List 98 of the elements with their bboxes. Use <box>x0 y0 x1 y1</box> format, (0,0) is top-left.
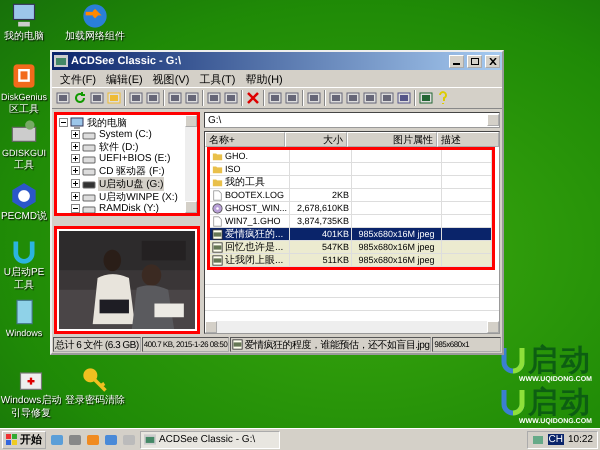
refresh-icon[interactable] <box>73 91 87 105</box>
table-cell <box>442 228 492 241</box>
table-cell <box>442 241 492 254</box>
file-row[interactable]: BOOTEX.LOG <box>210 189 290 202</box>
disc-icon <box>212 202 223 214</box>
tree-item[interactable]: CD 驱动器 (F:) <box>98 164 166 178</box>
tree-item[interactable]: 软件 (D:) <box>98 140 140 154</box>
table-cell <box>290 176 352 189</box>
image-properties: 985x680x16M jpeg <box>352 254 442 267</box>
menu-item[interactable]: 帮助(H) <box>241 71 287 86</box>
desktop-icon-label[interactable]: 工具 <box>14 280 34 292</box>
expand-icon[interactable] <box>71 154 80 163</box>
file-row[interactable]: 回忆也许是... <box>210 241 290 254</box>
help-icon[interactable] <box>10 182 38 210</box>
image-properties: 985x680x16M jpeg <box>352 228 442 241</box>
status-text: 爱情疯狂的程度，谁能预估，还不如盲目.jpg <box>230 337 432 352</box>
expand-icon[interactable] <box>71 179 80 188</box>
close-icon <box>488 58 496 64</box>
collapse-icon[interactable] <box>71 204 80 213</box>
delete-icon[interactable] <box>246 91 260 105</box>
computer-icon <box>70 116 84 128</box>
minimize-button[interactable] <box>449 54 464 68</box>
desktop-icon-label[interactable]: DiskGenius <box>0 91 47 103</box>
table-cell <box>442 202 492 215</box>
column-header[interactable]: 描述 <box>437 132 499 147</box>
table-cell <box>290 150 352 163</box>
status-text: 400.7 KB, 2015-1-26 08:50 <box>142 337 230 352</box>
tree-item[interactable]: U启动U盘 (G:) <box>98 176 164 190</box>
desktop-icon-label[interactable]: U启动PE <box>4 267 44 279</box>
desktop-icon-label[interactable]: 加载网络组件 <box>65 31 125 43</box>
expand-icon[interactable] <box>71 130 80 139</box>
file-row[interactable]: 让我闭上眼... <box>210 254 290 267</box>
image-properties: 985x680x16M jpeg <box>352 241 442 254</box>
tree-item[interactable]: UEFI+BIOS (E:) <box>98 153 172 164</box>
table-cell <box>442 215 492 228</box>
column-header[interactable]: 大小 <box>285 132 347 147</box>
table-cell <box>442 150 492 163</box>
file-row[interactable]: 爱情疯狂的... <box>210 228 290 241</box>
start-button[interactable]: 开始 <box>2 430 46 448</box>
tree-item[interactable]: U启动WINPE (X:) <box>98 190 179 204</box>
key-icon[interactable] <box>81 366 109 394</box>
jpeg-file-icon <box>212 242 223 252</box>
table-cell <box>442 176 492 189</box>
address-field[interactable]: G:\ <box>204 112 500 128</box>
collapse-icon[interactable] <box>59 118 68 127</box>
scrollbar[interactable] <box>185 115 197 213</box>
maximize-icon <box>470 58 478 64</box>
windows-logo-icon <box>6 434 18 446</box>
desktop-icon-label[interactable]: 我的电脑 <box>4 31 44 43</box>
expand-icon[interactable] <box>71 192 80 201</box>
status-text: 总计 6 文件 (6.3 GB) <box>53 337 141 352</box>
menu-item[interactable]: 视图(V) <box>148 71 194 86</box>
desktop-icon-label[interactable]: Windows <box>6 327 42 339</box>
jpeg-file-icon <box>212 228 223 240</box>
desktop-icon-label[interactable]: 区工具 <box>9 104 39 116</box>
table-cell <box>442 254 492 267</box>
file-size: 3,874,735KB <box>290 215 352 228</box>
file-size: 511KB <box>290 254 352 267</box>
table-cell <box>290 163 352 176</box>
desktop-icon-label[interactable]: GDISKGUI <box>2 147 46 159</box>
jpeg-file-icon <box>232 339 244 350</box>
file-size: 2KB <box>290 189 352 202</box>
clock: 10:22 <box>568 434 593 445</box>
table-cell <box>442 163 492 176</box>
jpeg-file-icon <box>212 254 223 266</box>
u-logo-icon <box>500 388 526 418</box>
tree-item[interactable]: RAMDisk (Y:) <box>98 203 160 213</box>
column-header[interactable]: 图片属性 <box>347 132 437 147</box>
app-icon <box>54 55 68 67</box>
file-row[interactable]: WIN7_1.GHO <box>210 215 290 228</box>
tree-item[interactable]: 我的电脑 <box>86 116 128 130</box>
desktop-icon-label[interactable]: 引导修复 <box>11 408 51 420</box>
expand-icon[interactable] <box>71 142 80 151</box>
desktop-icon-label[interactable]: 登录密码清除 <box>65 395 125 407</box>
language-indicator[interactable]: CH <box>548 434 564 445</box>
status-text: 985x680x1 <box>432 337 501 352</box>
file-size: 401KB <box>290 228 352 241</box>
globe-icon[interactable] <box>81 2 109 30</box>
maximize-button[interactable] <box>467 54 482 68</box>
menu-item[interactable]: 工具(T) <box>195 71 240 86</box>
file-row[interactable]: GHO. <box>210 150 290 163</box>
expand-icon[interactable] <box>71 166 80 175</box>
app-icon <box>144 434 156 445</box>
tree-item[interactable]: System (C:) <box>98 129 153 140</box>
menu-item[interactable]: 编辑(E) <box>102 71 147 86</box>
scrollbar[interactable] <box>205 321 499 333</box>
table-cell <box>442 189 492 202</box>
file-size: 547KB <box>290 241 352 254</box>
desktop-icon-label[interactable]: Windows启动 <box>0 395 62 407</box>
close-button[interactable] <box>485 54 500 68</box>
taskbar-button[interactable]: ACDSee Classic - G:\ <box>140 430 280 448</box>
window-title: ACDSee Classic - G:\ <box>71 55 182 67</box>
file-row[interactable]: ISO <box>210 163 290 176</box>
desktop-icon-label[interactable]: 工具 <box>14 160 34 172</box>
column-header[interactable]: 名称+ <box>205 132 285 147</box>
file-size: 2,678,610KB <box>290 202 352 215</box>
desktop-icon-label[interactable]: PECMD说 <box>0 211 48 223</box>
menu-item[interactable]: 文件(F) <box>56 71 100 86</box>
